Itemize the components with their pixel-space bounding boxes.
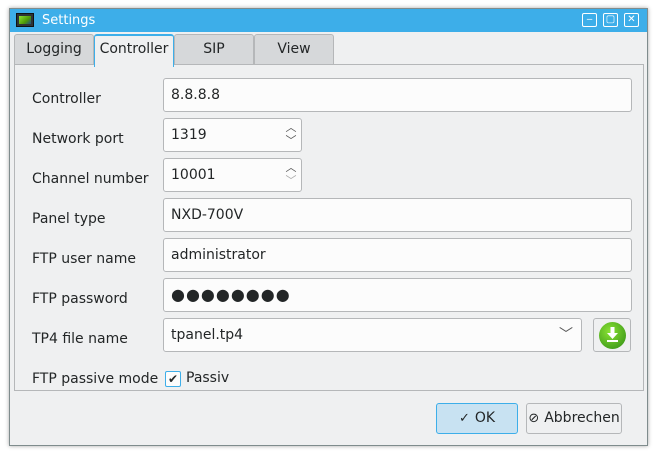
network-port-value: 1319 (171, 127, 207, 143)
window-title: Settings (42, 13, 96, 28)
tp4-file-value: tpanel.tp4 (171, 327, 244, 343)
cancel-label: Abbrechen (544, 410, 620, 426)
spin-arrows-icon[interactable]: ︿ ﹀ (284, 161, 298, 189)
app-icon (16, 13, 34, 27)
network-port-label: Network port (32, 131, 124, 147)
ftp-user-input[interactable]: administrator (163, 238, 632, 272)
spin-arrows-icon[interactable]: ︿ ﹀ (284, 121, 298, 149)
tab-logging[interactable]: Logging (14, 34, 94, 65)
tab-sip[interactable]: SIP (174, 34, 254, 65)
cancel-button[interactable]: ⊘ Abbrechen (526, 403, 622, 434)
tab-view[interactable]: View (254, 34, 334, 65)
ftp-passive-label: FTP passive mode (32, 371, 159, 387)
cancel-icon: ⊘ (528, 411, 540, 426)
download-button[interactable] (593, 318, 631, 352)
controller-panel: Controller 8.8.8.8 Network port 1319 ︿ ﹀ … (14, 64, 644, 391)
ftp-password-label: FTP password (32, 291, 128, 307)
controller-label: Controller (32, 91, 101, 107)
ftp-password-input[interactable]: ●●●●●●●● (163, 278, 632, 312)
tp4-file-label: TP4 file name (32, 331, 128, 347)
settings-window: Settings ‒ ▢ ✕ Logging Controller SIP Vi… (9, 8, 648, 446)
title-bar[interactable]: Settings ‒ ▢ ✕ (10, 9, 647, 32)
channel-number-spinbox[interactable]: 10001 ︿ ﹀ (163, 158, 302, 192)
maximize-icon[interactable]: ▢ (603, 13, 618, 27)
passive-checkbox[interactable]: ✔ (165, 371, 181, 387)
ok-label: OK (474, 410, 496, 426)
panel-type-label: Panel type (32, 211, 106, 227)
minimize-icon[interactable]: ‒ (582, 13, 597, 27)
passive-checkbox-label[interactable]: Passiv (186, 370, 229, 386)
checkmark-icon: ✓ (458, 411, 470, 426)
controller-input[interactable]: 8.8.8.8 (163, 78, 632, 112)
network-port-spinbox[interactable]: 1319 ︿ ﹀ (163, 118, 302, 152)
download-icon (599, 322, 626, 349)
channel-number-label: Channel number (32, 171, 149, 187)
channel-number-value: 10001 (171, 167, 216, 183)
ok-button[interactable]: ✓ OK (436, 403, 518, 434)
tab-controller[interactable]: Controller (94, 34, 174, 67)
ftp-user-label: FTP user name (32, 251, 136, 267)
panel-type-input[interactable]: NXD-700V (163, 198, 632, 232)
chevron-down-icon[interactable]: ﹀ (559, 319, 573, 351)
close-icon[interactable]: ✕ (624, 13, 639, 27)
tp4-file-combobox[interactable]: tpanel.tp4 ﹀ (163, 318, 582, 352)
